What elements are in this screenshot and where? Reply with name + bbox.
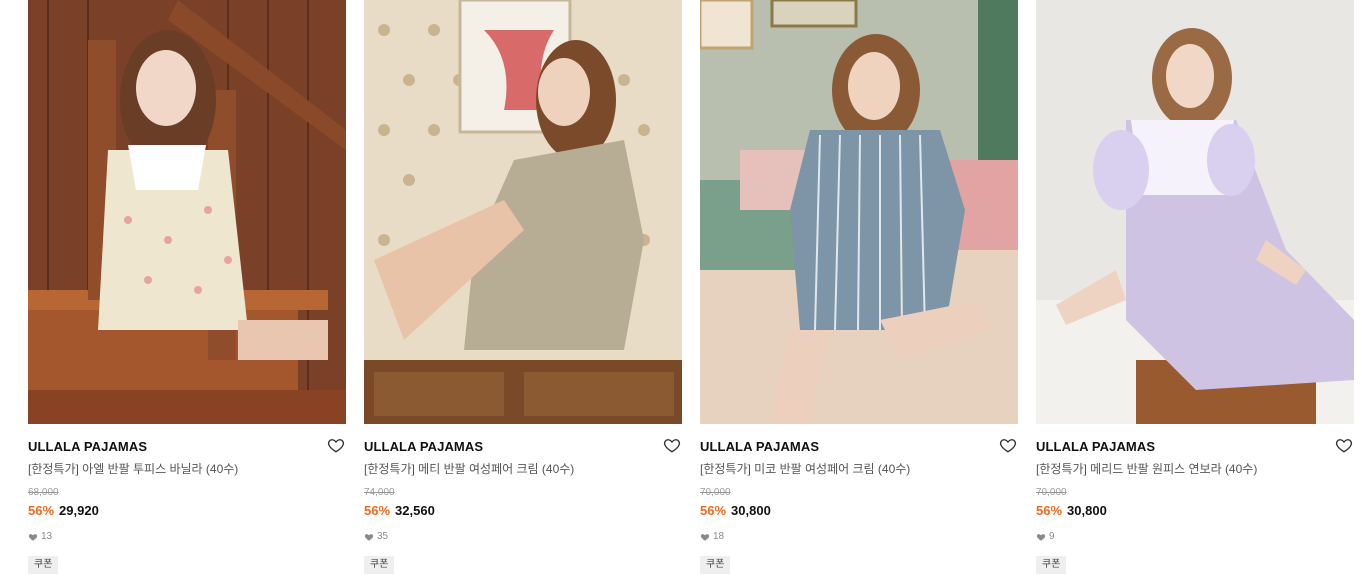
product-brand[interactable]: ULLALA PAJAMAS [364, 439, 483, 455]
sale-price: 30,800 [731, 503, 771, 518]
product-card[interactable]: ULLALA PAJAMAS [한정특가] 메리드 반팔 원피스 연보라 (40… [1036, 0, 1354, 578]
like-count-value: 13 [41, 531, 53, 542]
wishlist-heart-icon[interactable] [663, 436, 681, 454]
product-card[interactable]: ULLALA PAJAMAS [한정특가] 아엘 반팔 투피스 바닐라 (40수… [28, 0, 346, 578]
heart-filled-icon [700, 534, 710, 541]
like-count: 9 [1036, 531, 1055, 543]
heart-filled-icon [28, 534, 38, 541]
like-count-value: 35 [377, 531, 389, 542]
wishlist-heart-icon[interactable] [999, 436, 1017, 454]
original-price: 74,000 [364, 487, 395, 498]
product-brand[interactable]: ULLALA PAJAMAS [1036, 439, 1155, 455]
discount-rate: 56% [28, 503, 55, 518]
original-price: 68,000 [28, 487, 59, 498]
product-name[interactable]: [한정특가] 메티 반팔 여성페어 크림 (40수) [364, 462, 574, 477]
discount-rate: 56% [700, 503, 727, 518]
product-photo-dresser [364, 0, 682, 424]
heart-filled-icon [1036, 534, 1046, 541]
product-brand[interactable]: ULLALA PAJAMAS [700, 439, 819, 455]
original-price: 70,000 [1036, 487, 1067, 498]
product-image[interactable] [700, 0, 1018, 424]
price-row: 56% 29,920 [28, 503, 99, 519]
sale-price: 29,920 [59, 503, 99, 518]
product-brand[interactable]: ULLALA PAJAMAS [28, 439, 147, 455]
original-price: 70,000 [700, 487, 731, 498]
product-photo-floral-staircase [28, 0, 346, 424]
like-count: 13 [28, 531, 52, 543]
sale-price: 32,560 [395, 503, 435, 518]
product-card[interactable]: ULLALA PAJAMAS [한정특가] 미코 반팔 여성페어 크림 (40수… [700, 0, 1018, 578]
price-row: 56% 30,800 [1036, 503, 1107, 519]
product-name[interactable]: [한정특가] 아엘 반팔 투피스 바닐라 (40수) [28, 462, 238, 477]
product-name[interactable]: [한정특가] 미코 반팔 여성페어 크림 (40수) [700, 462, 910, 477]
discount-rate: 56% [1036, 503, 1063, 518]
coupon-badge: 쿠폰 [1036, 556, 1067, 574]
product-photo-striped-bed [700, 0, 1018, 424]
product-image[interactable] [364, 0, 682, 424]
product-name[interactable]: [한정특가] 메리드 반팔 원피스 연보라 (40수) [1036, 462, 1257, 477]
wishlist-heart-icon[interactable] [327, 436, 345, 454]
price-row: 56% 32,560 [364, 503, 435, 519]
coupon-badge: 쿠폰 [700, 556, 731, 574]
like-count-value: 9 [1049, 531, 1055, 542]
price-row: 56% 30,800 [700, 503, 771, 519]
heart-filled-icon [364, 534, 374, 541]
like-count: 18 [700, 531, 724, 543]
coupon-badge: 쿠폰 [28, 556, 59, 574]
like-count: 35 [364, 531, 388, 543]
coupon-badge: 쿠폰 [364, 556, 395, 574]
product-grid: ULLALA PAJAMAS [한정특가] 아엘 반팔 투피스 바닐라 (40수… [28, 0, 1354, 578]
product-image[interactable] [28, 0, 346, 424]
product-photo-lavender-dress [1036, 0, 1354, 424]
discount-rate: 56% [364, 503, 391, 518]
like-count-value: 18 [713, 531, 725, 542]
sale-price: 30,800 [1067, 503, 1107, 518]
product-image[interactable] [1036, 0, 1354, 424]
wishlist-heart-icon[interactable] [1335, 436, 1353, 454]
product-card[interactable]: ULLALA PAJAMAS [한정특가] 메티 반팔 여성페어 크림 (40수… [364, 0, 682, 578]
